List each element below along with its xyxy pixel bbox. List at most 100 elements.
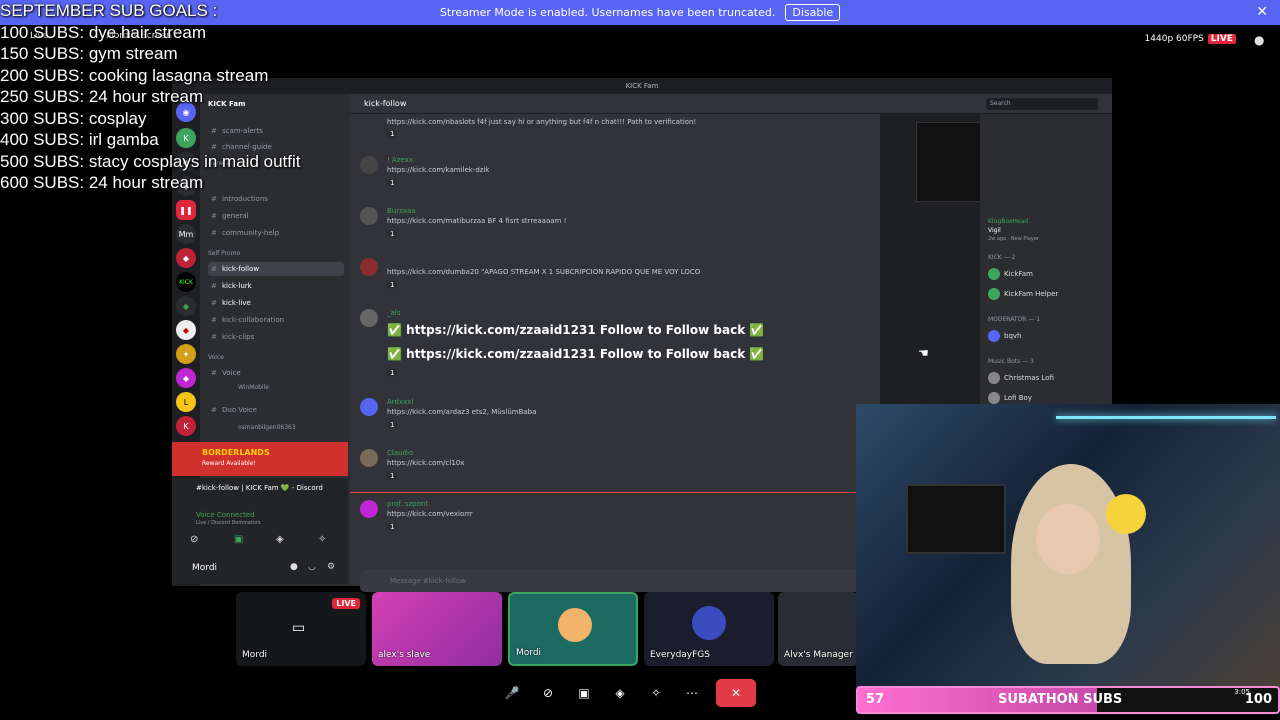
server-icon[interactable]: ◆	[176, 368, 196, 388]
screen-share-icon[interactable]: ▣	[572, 681, 596, 705]
avatar[interactable]	[360, 309, 378, 327]
camera-icon[interactable]: ⊘	[190, 534, 198, 545]
message-reactions[interactable]: 1	[387, 369, 398, 377]
server-icon[interactable]: ◆	[176, 296, 196, 316]
chat-bubble-icon[interactable]: ●	[1254, 33, 1264, 47]
member-activity: Vigil	[988, 227, 1001, 234]
now-playing: #kick-follow | KICK Fam 💚 - Discord	[196, 484, 323, 492]
search-input[interactable]: Search	[986, 98, 1098, 110]
message-text: ✅ https://kick.com/zzaaid1231 Follow to …	[387, 347, 764, 361]
reaction-count[interactable]: 1	[387, 472, 398, 480]
mic-icon[interactable]: ●	[290, 562, 298, 572]
voice-user[interactable]: osmanbilgen06363	[238, 424, 296, 431]
current-user-name[interactable]: Mordi	[192, 563, 217, 573]
participant-tile[interactable]: Mordi	[508, 592, 638, 666]
channel-kick-collaboration[interactable]: kick-collaboration	[208, 313, 344, 327]
reaction-count[interactable]: 1	[387, 179, 398, 187]
message-reactions[interactable]: 1	[387, 421, 398, 429]
message-author[interactable]: ! Azexx	[387, 156, 413, 164]
server-icon[interactable]: ◆	[176, 320, 196, 340]
server-icon-pause[interactable]: ❚❚	[176, 200, 196, 220]
avatar	[988, 288, 1000, 300]
soundboard-icon[interactable]: ✧	[318, 534, 326, 545]
message-author[interactable]: Burzaaa	[387, 207, 416, 215]
message-reactions[interactable]: 1	[387, 472, 398, 480]
avatar[interactable]	[360, 398, 378, 416]
disable-streamer-mode-button[interactable]: Disable	[785, 4, 841, 21]
more-options-icon[interactable]: ⋯	[680, 681, 704, 705]
soundboard-icon[interactable]: ✧	[644, 681, 668, 705]
message-reactions[interactable]: 1	[387, 130, 398, 138]
reaction-count[interactable]: 1	[387, 130, 398, 138]
discord-window-title: KICK Fam	[172, 78, 1112, 94]
message-reactions[interactable]: 1	[387, 281, 398, 289]
channel-kick-clips[interactable]: kick-clips	[208, 330, 344, 344]
category-self-promo[interactable]: Self Promo	[208, 250, 240, 257]
participant-tile[interactable]: alex's slave	[372, 592, 502, 666]
member-name: Christmas Lofi	[1004, 374, 1054, 382]
voice-connected-status[interactable]: Voice Connected	[196, 511, 255, 519]
message-author[interactable]: Claudio	[387, 449, 413, 457]
member-item[interactable]: Christmas Lofi	[988, 372, 1054, 384]
category-voice[interactable]: Voice	[208, 354, 224, 361]
channel-kick-live[interactable]: kick-live	[208, 296, 344, 310]
member-item[interactable]: bqvh	[988, 330, 1021, 342]
reaction-count[interactable]: 1	[387, 369, 398, 377]
message-input[interactable]: Message #kick-follow	[360, 570, 860, 592]
member-item[interactable]: Lofi Boy	[988, 392, 1032, 404]
avatar[interactable]	[360, 156, 378, 174]
server-icon[interactable]: ◆	[176, 248, 196, 268]
channel-kick-follow[interactable]: kick-follow	[208, 262, 344, 276]
leave-call-button[interactable]: ✕	[716, 679, 756, 707]
voice-channel-voice[interactable]: Voice	[208, 366, 344, 380]
message-author[interactable]: prof. szpont	[387, 500, 428, 508]
reaction-count[interactable]: 1	[387, 281, 398, 289]
chat-message: https://kick.com/dumba20 "APAGO STREAM X…	[360, 258, 860, 294]
avatar[interactable]	[360, 449, 378, 467]
reaction-count[interactable]: 1	[387, 421, 398, 429]
activity-icon[interactable]: ◈	[276, 534, 284, 545]
server-icon[interactable]: ✦	[176, 344, 196, 364]
reward-subtitle: Reward Available!	[202, 460, 256, 467]
server-icon-mm[interactable]: Mm	[176, 224, 196, 244]
server-icon-kick-text[interactable]: KICK	[176, 272, 196, 292]
reaction-count[interactable]: 1	[387, 523, 398, 531]
message-reactions[interactable]: 1	[387, 523, 398, 531]
participant-tile[interactable]: Alvx's Manager	[778, 592, 858, 666]
server-icon[interactable]: L	[176, 392, 196, 412]
voice-user[interactable]: WinMobile	[238, 384, 269, 391]
reward-banner[interactable]: BORDERLANDS Reward Available!	[172, 442, 348, 476]
channel-community-help[interactable]: community-help	[208, 226, 344, 240]
message-reactions[interactable]: 1	[387, 179, 398, 187]
member-item[interactable]: KickFam Helper	[988, 288, 1058, 300]
message-author[interactable]: _als	[387, 309, 400, 317]
camera-off-icon[interactable]: ⊘	[536, 681, 560, 705]
sub-goal-item: 400 SUBS: irl gamba	[0, 130, 159, 149]
message-author[interactable]: Ardxxxl	[387, 398, 413, 406]
avatar	[988, 268, 1000, 280]
channel-introductions[interactable]: introductions	[208, 192, 344, 206]
voice-channel-duo-voice[interactable]: Duo Voice	[208, 403, 344, 417]
avatar[interactable]	[360, 258, 378, 276]
message-reactions[interactable]: 1	[387, 230, 398, 238]
server-icon[interactable]: K	[176, 416, 196, 436]
channel-general[interactable]: general	[208, 209, 344, 223]
close-icon[interactable]: ✕	[1256, 4, 1268, 20]
quality-text: 1440p 60FPS	[1144, 34, 1204, 44]
check-icon: ✅	[749, 323, 765, 337]
channel-kick-lurk[interactable]: kick-lurk	[208, 279, 344, 293]
participant-tile[interactable]: LIVE ▭ Mordi	[236, 592, 366, 666]
member-name[interactable]: KingBoxHead	[988, 218, 1028, 225]
check-icon: ✅	[387, 323, 402, 337]
activity-icon[interactable]: ◈	[608, 681, 632, 705]
member-item[interactable]: KickFam	[988, 268, 1033, 280]
avatar[interactable]	[360, 500, 378, 518]
microphone-icon[interactable]: 🎤	[500, 681, 524, 705]
subathon-label: SUBATHON SUBS	[998, 692, 1123, 707]
reaction-count[interactable]: 1	[387, 230, 398, 238]
headset-icon[interactable]: ◡	[308, 562, 316, 572]
participant-tile[interactable]: EverydayFGS	[644, 592, 774, 666]
settings-gear-icon[interactable]: ⚙	[327, 562, 335, 572]
avatar[interactable]	[360, 207, 378, 225]
screen-share-icon[interactable]: ▣	[234, 534, 243, 545]
